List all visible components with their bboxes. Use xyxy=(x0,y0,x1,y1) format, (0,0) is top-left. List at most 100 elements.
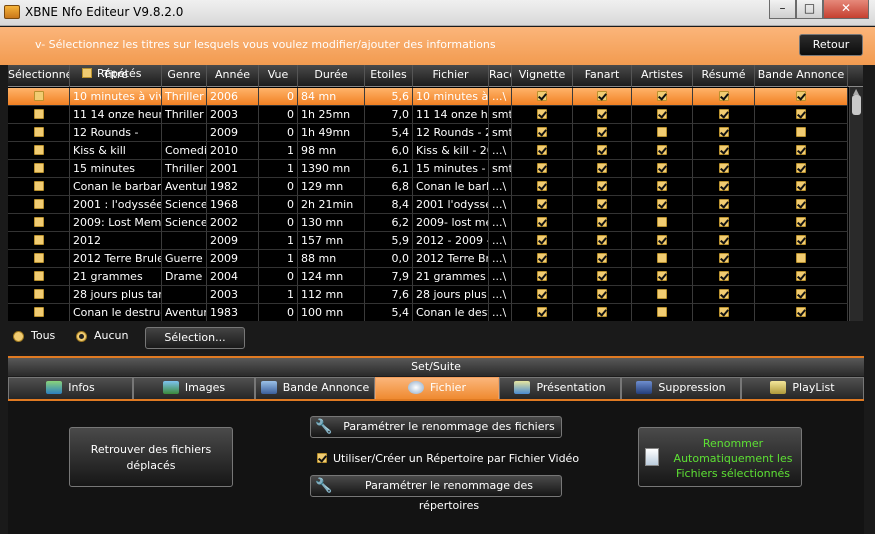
tab-infos[interactable]: Infos xyxy=(8,377,133,399)
cell-fanart[interactable] xyxy=(573,142,632,160)
cell-vignette[interactable] xyxy=(512,160,573,178)
checkbox-icon[interactable] xyxy=(537,307,547,317)
column-header[interactable]: Vignette xyxy=(512,65,573,87)
checkbox-icon[interactable] xyxy=(718,271,729,281)
column-header[interactable]: Année xyxy=(207,65,259,87)
cell-resume[interactable] xyxy=(693,124,755,142)
checkbox-icon[interactable] xyxy=(718,307,729,317)
checkbox-icon[interactable] xyxy=(597,307,607,317)
table-row[interactable]: 11 14 onze heure Thriller 2003 0 1h 25mn 7,0 1… xyxy=(8,106,848,124)
checkbox-icon[interactable] xyxy=(657,181,667,191)
checkbox-icon[interactable] xyxy=(597,271,607,281)
row-select-checkbox[interactable] xyxy=(8,232,70,250)
cell-bande[interactable] xyxy=(755,232,848,250)
cell-resume[interactable] xyxy=(693,304,755,321)
checkbox-icon[interactable] xyxy=(657,199,667,209)
column-header[interactable]: Durée xyxy=(298,65,365,87)
checkbox-icon[interactable] xyxy=(718,91,729,101)
cell-fanart[interactable] xyxy=(573,88,632,106)
cell-fanart[interactable] xyxy=(573,124,632,142)
table-row[interactable]: Conan le barbareAventure19820129 mn6,8Co… xyxy=(8,178,848,196)
row-select-checkbox[interactable] xyxy=(8,142,70,160)
checkbox-icon[interactable] xyxy=(33,109,44,119)
checkbox-icon[interactable] xyxy=(537,217,547,227)
checkbox-icon[interactable] xyxy=(33,307,44,317)
tab-presentation[interactable]: Présentation xyxy=(499,377,621,399)
row-select-checkbox[interactable] xyxy=(8,304,70,321)
row-select-checkbox[interactable] xyxy=(8,286,70,304)
cell-artistes[interactable] xyxy=(632,286,693,304)
checkbox-icon[interactable] xyxy=(657,163,667,173)
table-row[interactable]: Kiss & killComedie2010198 mn6,0Kiss & ki… xyxy=(8,142,848,160)
checkbox-icon[interactable] xyxy=(718,163,729,173)
checkbox-icon[interactable] xyxy=(597,91,607,101)
row-select-checkbox[interactable] xyxy=(8,178,70,196)
checkbox-icon[interactable] xyxy=(657,145,667,155)
cell-artistes[interactable] xyxy=(632,178,693,196)
checkbox-icon[interactable] xyxy=(796,253,806,263)
checkbox-icon[interactable] xyxy=(718,109,729,119)
tab-images[interactable]: Images xyxy=(133,377,255,399)
checkbox-icon[interactable] xyxy=(796,109,806,119)
repeats-checkbox[interactable] xyxy=(82,68,92,78)
checkbox-icon[interactable] xyxy=(657,307,667,317)
cell-resume[interactable] xyxy=(693,286,755,304)
checkbox-icon[interactable] xyxy=(597,217,607,227)
cell-bande[interactable] xyxy=(755,124,848,142)
cell-fanart[interactable] xyxy=(573,106,632,124)
auto-rename-button[interactable]: Renommer Automatiquement les Fichiers sé… xyxy=(638,427,802,487)
checkbox-icon[interactable] xyxy=(657,127,667,137)
checkbox-icon[interactable] xyxy=(718,253,729,263)
minimize-button[interactable]: – xyxy=(769,0,796,19)
checkbox-icon[interactable] xyxy=(33,289,44,299)
cell-artistes[interactable] xyxy=(632,124,693,142)
cell-artistes[interactable] xyxy=(632,196,693,214)
table-row[interactable]: 15 minutes Thriller 2001 1 1390 mn 6,1 15 minu… xyxy=(8,160,848,178)
checkbox-icon[interactable] xyxy=(796,217,806,227)
cell-bande[interactable] xyxy=(755,214,848,232)
column-header[interactable]: Bande Annonce xyxy=(755,65,848,87)
checkbox-icon[interactable] xyxy=(718,199,729,209)
cell-artistes[interactable] xyxy=(632,232,693,250)
row-select-checkbox[interactable] xyxy=(8,196,70,214)
column-header[interactable]: Fichier xyxy=(413,65,489,87)
cell-resume[interactable] xyxy=(693,196,755,214)
checkbox-icon[interactable] xyxy=(796,163,806,173)
checkbox-icon[interactable] xyxy=(796,271,806,281)
cell-fanart[interactable] xyxy=(573,250,632,268)
checkbox-icon[interactable] xyxy=(718,217,729,227)
table-row[interactable]: 21 grammes Drame 2004 0 124 mn 7,9 21 grammes … xyxy=(8,268,848,286)
checkbox-icon[interactable] xyxy=(796,181,806,191)
column-header[interactable]: Etoiles xyxy=(365,65,413,87)
cell-bande[interactable] xyxy=(755,178,848,196)
checkbox-icon[interactable] xyxy=(597,109,607,119)
cell-artistes[interactable] xyxy=(632,250,693,268)
table-row[interactable]: Conan le destructeurAventure19830100 mn5… xyxy=(8,304,848,321)
checkbox-icon[interactable] xyxy=(597,163,607,173)
table-row[interactable]: 2009: Lost MemoriesScience20020130 mn6,2… xyxy=(8,214,848,232)
checkbox-icon[interactable] xyxy=(597,127,607,137)
checkbox-icon[interactable] xyxy=(657,91,667,101)
column-header[interactable]: Genre xyxy=(162,65,207,87)
checkbox-icon[interactable] xyxy=(537,181,547,191)
row-select-checkbox[interactable] xyxy=(8,214,70,232)
cell-vignette[interactable] xyxy=(512,124,573,142)
checkbox-icon[interactable] xyxy=(657,235,667,245)
table-row[interactable]: 10 minutes à vivreThriller2006084 mn5,61… xyxy=(8,88,848,106)
checkbox-icon[interactable] xyxy=(718,127,729,137)
checkbox-icon[interactable] xyxy=(657,109,667,119)
cell-fanart[interactable] xyxy=(573,304,632,321)
back-button[interactable]: Retour xyxy=(799,34,863,56)
checkbox-icon[interactable] xyxy=(796,235,806,245)
checkbox-icon[interactable] xyxy=(718,181,729,191)
cell-resume[interactable] xyxy=(693,268,755,286)
cell-vignette[interactable] xyxy=(512,286,573,304)
cell-vignette[interactable] xyxy=(512,88,573,106)
checkbox-icon[interactable] xyxy=(537,127,547,137)
checkbox-icon[interactable] xyxy=(537,199,547,209)
checkbox-icon[interactable] xyxy=(33,181,44,191)
checkbox-icon[interactable] xyxy=(796,307,806,317)
cell-resume[interactable] xyxy=(693,250,755,268)
cell-vignette[interactable] xyxy=(512,178,573,196)
checkbox-icon[interactable] xyxy=(597,253,607,263)
